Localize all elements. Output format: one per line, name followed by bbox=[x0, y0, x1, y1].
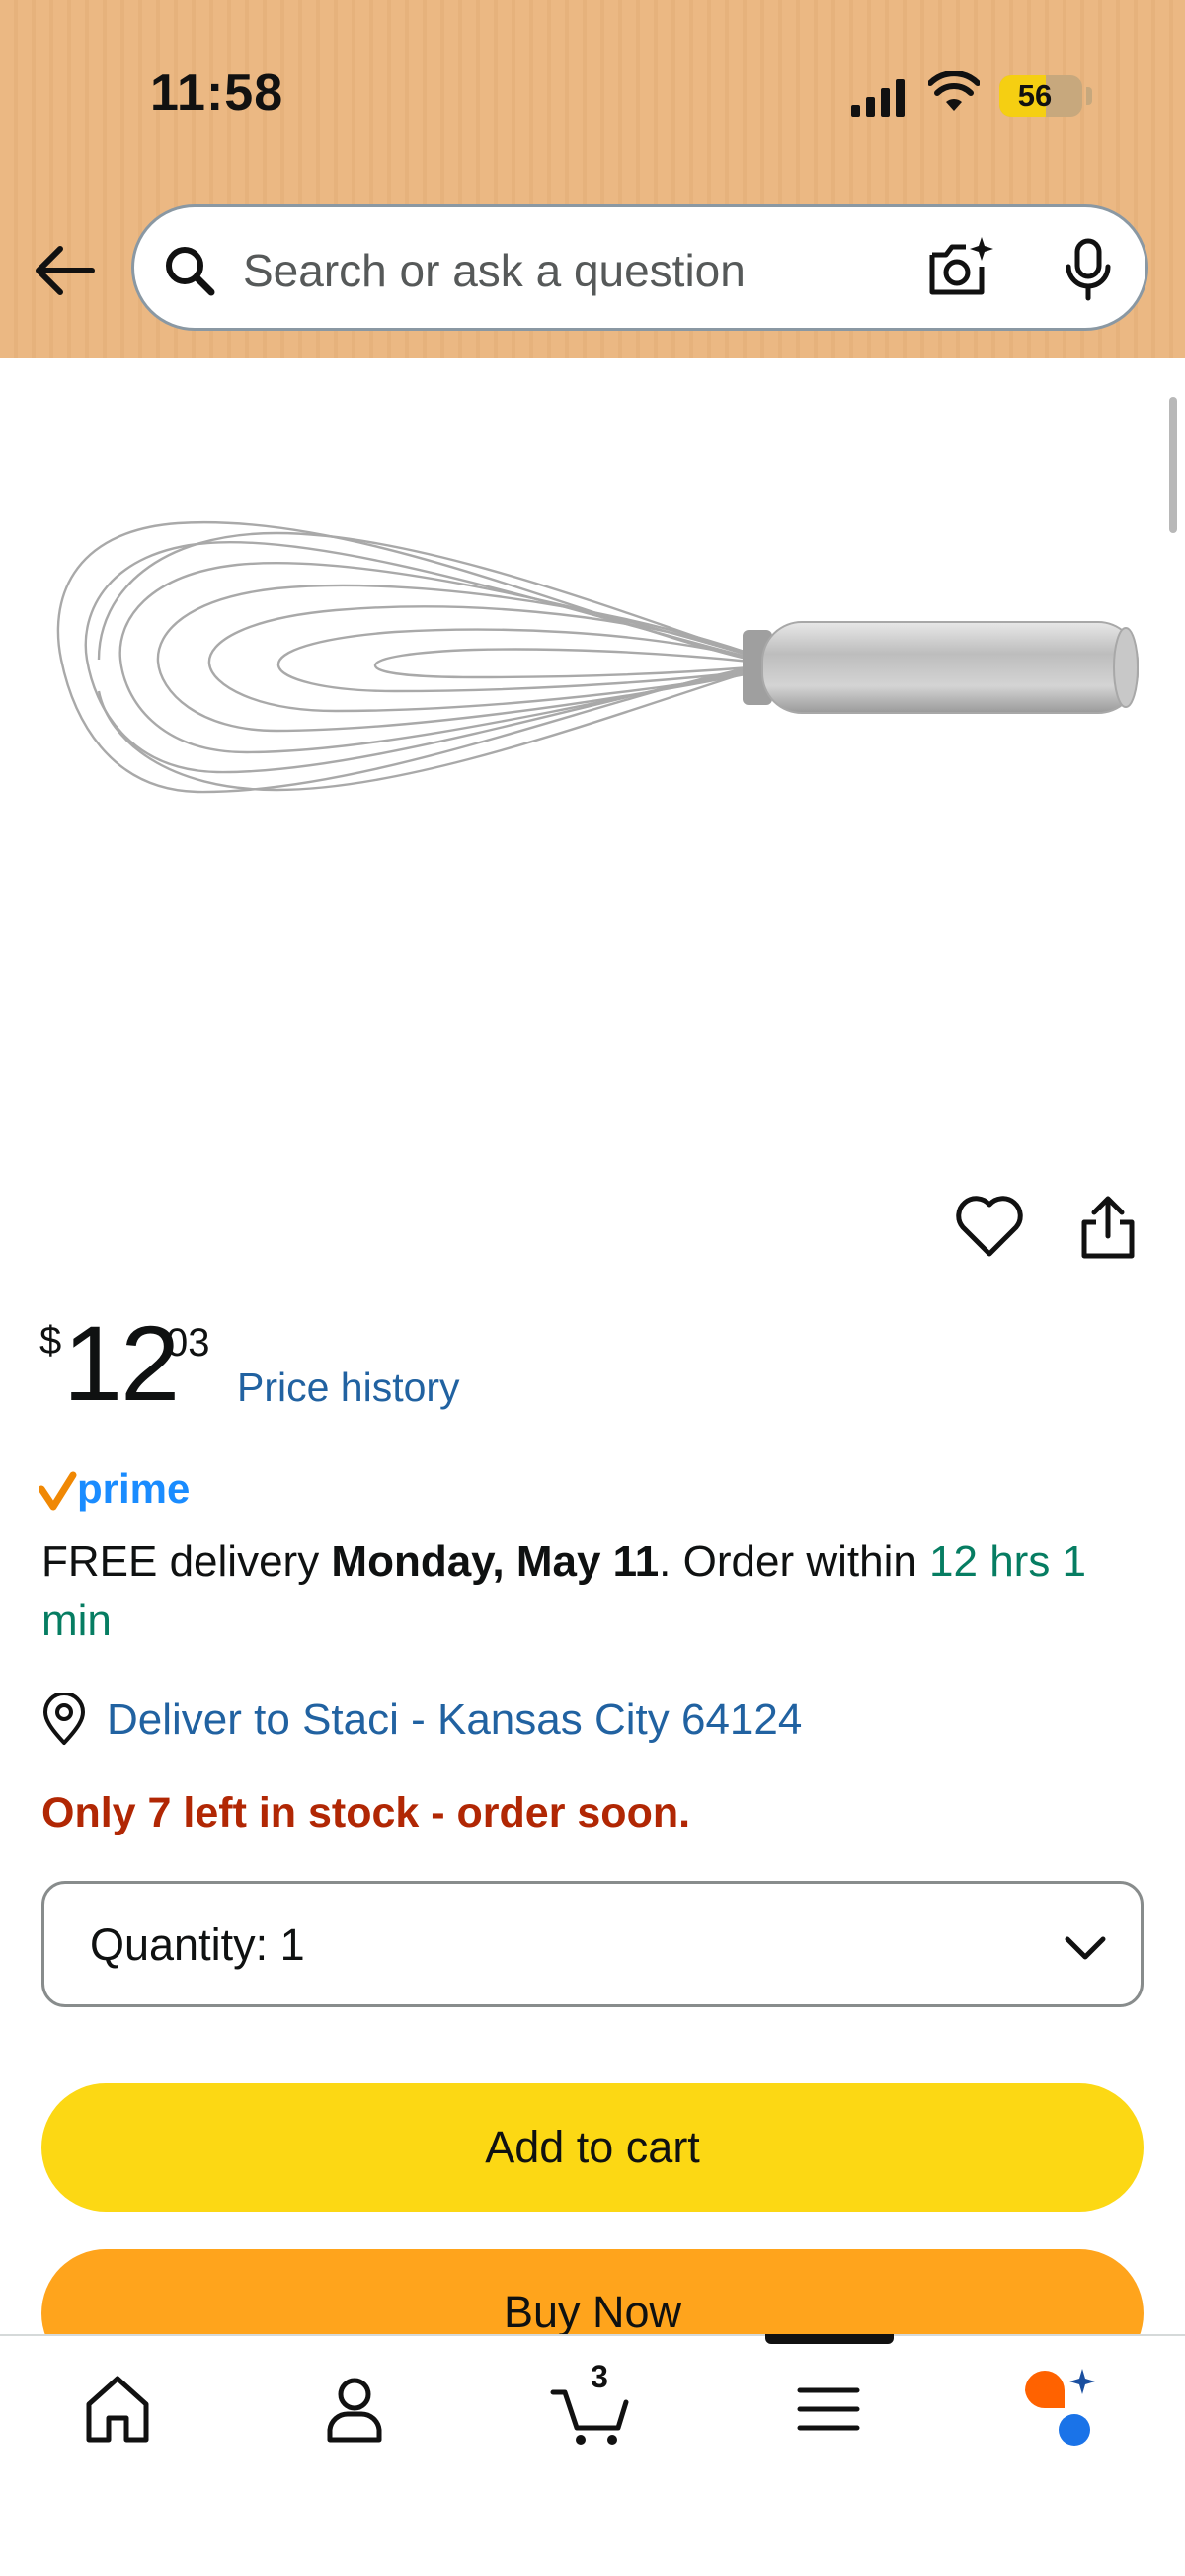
quantity-label: Quantity: 1 bbox=[90, 1919, 305, 1970]
cellular-signal-icon bbox=[851, 79, 905, 117]
add-to-cart-button[interactable]: Add to cart bbox=[41, 2083, 1144, 2212]
status-bar: 11:58 56 bbox=[0, 0, 1185, 188]
battery-tip bbox=[1086, 87, 1092, 105]
nav-active-indicator bbox=[765, 2334, 894, 2344]
share-icon[interactable] bbox=[1078, 1193, 1138, 1262]
account-icon[interactable] bbox=[310, 2365, 399, 2454]
back-button[interactable] bbox=[30, 235, 101, 306]
search-icon bbox=[166, 247, 215, 296]
location-pin-icon bbox=[43, 1693, 85, 1745]
delivery-date: Monday, May 11 bbox=[331, 1537, 660, 1586]
battery-icon: 56 bbox=[999, 75, 1082, 117]
microphone-icon[interactable] bbox=[1053, 233, 1124, 304]
cart-nav-button[interactable]: 3 bbox=[547, 2359, 636, 2454]
menu-icon[interactable] bbox=[784, 2365, 873, 2454]
price-fraction: 03 bbox=[166, 1321, 210, 1365]
camera-search-icon[interactable] bbox=[924, 233, 995, 304]
quantity-select[interactable]: Quantity: 1 bbox=[41, 1881, 1144, 2007]
deliver-to-label: Deliver to Staci - Kansas City 64124 bbox=[107, 1695, 803, 1744]
battery-level: 56 bbox=[1017, 78, 1053, 113]
rufus-assistant-icon[interactable] bbox=[1017, 2365, 1106, 2454]
buy-now-label: Buy Now bbox=[503, 2287, 682, 2337]
price-whole: 12 bbox=[63, 1303, 180, 1423]
app-header: 11:58 56 Search or ask a question bbox=[0, 0, 1185, 358]
wifi-icon bbox=[928, 71, 980, 111]
price-currency: $ bbox=[40, 1319, 62, 1363]
chevron-down-icon bbox=[1065, 1936, 1106, 1960]
prime-logo: prime bbox=[40, 1467, 190, 1512]
arrow-left-icon bbox=[36, 246, 95, 295]
stock-message: Only 7 left in stock - order soon. bbox=[41, 1789, 691, 1836]
status-time: 11:58 bbox=[150, 64, 284, 121]
deliver-to-link[interactable]: Deliver to Staci - Kansas City 64124 bbox=[40, 1690, 802, 1750]
prime-label: prime bbox=[77, 1467, 190, 1512]
search-placeholder: Search or ask a question bbox=[243, 245, 746, 296]
cart-count-badge: 3 bbox=[591, 2359, 608, 2394]
heart-icon[interactable] bbox=[954, 1193, 1025, 1260]
scrollbar[interactable] bbox=[1169, 397, 1177, 533]
product-image[interactable] bbox=[40, 494, 1146, 820]
search-input[interactable]: Search or ask a question bbox=[131, 204, 1148, 331]
home-icon[interactable] bbox=[73, 2365, 162, 2454]
price-history-link[interactable]: Price history bbox=[237, 1365, 460, 1411]
delivery-prefix: FREE delivery bbox=[41, 1537, 332, 1586]
delivery-message: FREE delivery Monday, May 11. Order with… bbox=[41, 1532, 1147, 1651]
delivery-middle: . Order within bbox=[659, 1537, 930, 1586]
